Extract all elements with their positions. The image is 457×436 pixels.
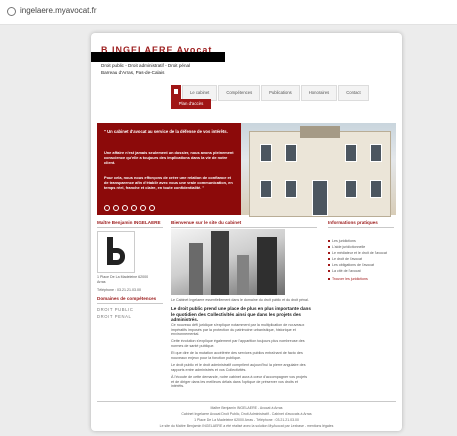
site-tagline: Droit public - Droit administratif - Dro… <box>101 63 191 68</box>
hero-text-panel: " Un cabinet d'avocat au service de la d… <box>97 123 241 215</box>
practical-link[interactable]: La cité de l'avocat <box>328 268 394 274</box>
url-text[interactable]: ingelaere.myavocat.fr <box>20 6 96 15</box>
hero-paragraph-2: Pour cela, nous nous efforçons de créer … <box>104 175 233 190</box>
lead-paragraph: Le droit public prend une place de plus … <box>171 306 311 323</box>
office-address: 1 Place De La Madeleine 62000 Arras <box>97 275 149 284</box>
redaction-bar <box>91 52 225 62</box>
body-paragraph: À l'écoute de cette demande, notre cabin… <box>171 375 308 389</box>
domain-link-public[interactable]: DROIT PUBLIC <box>97 307 133 312</box>
site-location: Barreau d'Arras, Pas-de-Calais <box>101 70 165 75</box>
find-courts-link[interactable]: Trouver les juridictions <box>328 276 394 282</box>
browser-address-bar[interactable]: ingelaere.myavocat.fr <box>0 0 457 25</box>
lawyer-name-heading: Maître Benjamin INGELAERE <box>97 220 161 225</box>
slider-dot[interactable] <box>149 205 155 211</box>
slider-dot[interactable] <box>104 205 110 211</box>
hero-banner: " Un cabinet d'avocat au service de la d… <box>97 123 396 217</box>
footer-line: 1 Place De La Madeleine 62000 Arras - Té… <box>194 418 299 422</box>
photo-caption: Le Cabinet Ingelaere essentiellement dan… <box>171 298 309 302</box>
home-icon[interactable] <box>171 85 181 99</box>
nav-sub-plan-acces[interactable]: Plan d'accès <box>171 99 211 109</box>
slider-dot[interactable] <box>113 205 119 211</box>
practical-info-heading: Informations pratiques <box>328 220 378 225</box>
hero-paragraph-1: Une affaire n'est jamais seulement un do… <box>104 150 234 165</box>
divider <box>97 303 163 304</box>
domains-heading: Domaines de compétences <box>97 296 157 301</box>
web-page: B INGELAERE Avocat Droit public - Droit … <box>91 33 402 431</box>
main-nav: Le cabinet Compétences Publications Hono… <box>171 85 369 101</box>
footer-line: Cabinet Ingelaere Avocat Droit Public, D… <box>181 412 312 416</box>
body-paragraph: Le droit public et le droit administrati… <box>171 363 306 372</box>
divider <box>97 227 163 228</box>
skyscraper-photo <box>171 229 285 295</box>
body-paragraph: Cette évolution s'explique également par… <box>171 339 305 348</box>
footer-credits[interactable]: Le site du Maître Benjamin INGELAERE a é… <box>91 424 402 428</box>
domain-link-penal[interactable]: DROIT PENAL <box>97 314 131 319</box>
hero-headline: " Un cabinet d'avocat au service de la d… <box>104 129 228 134</box>
slider-dot[interactable] <box>122 205 128 211</box>
hero-building-photo <box>241 123 396 217</box>
cabinet-logo <box>97 231 135 273</box>
nav-item-competences[interactable]: Compétences <box>218 85 261 101</box>
office-phone: Téléphone : 03.21.21.03.00 <box>97 288 141 292</box>
footer-divider <box>97 401 396 402</box>
slider-dot[interactable] <box>131 205 137 211</box>
building-image <box>249 126 391 217</box>
slider-dots <box>104 205 158 211</box>
welcome-heading: Bienvenue sur le site du cabinet <box>171 220 242 225</box>
nav-item-publications[interactable]: Publications <box>261 85 300 101</box>
footer-line: Maître Benjamin INGELAERE - Avocat à Arr… <box>210 406 283 410</box>
practical-links-list: Les juridictions L'aide juridictionnelle… <box>328 238 394 282</box>
globe-icon <box>7 7 16 16</box>
nav-item-honoraires[interactable]: Honoraires <box>300 85 338 101</box>
divider <box>171 227 317 228</box>
body-paragraph: Et que dire de la mutation accélérée des… <box>171 351 303 360</box>
divider <box>328 227 394 228</box>
slider-dot[interactable] <box>140 205 146 211</box>
nav-item-contact[interactable]: Contact <box>338 85 369 101</box>
body-paragraph: Ce nouveau défi juridique s'explique not… <box>171 323 305 337</box>
